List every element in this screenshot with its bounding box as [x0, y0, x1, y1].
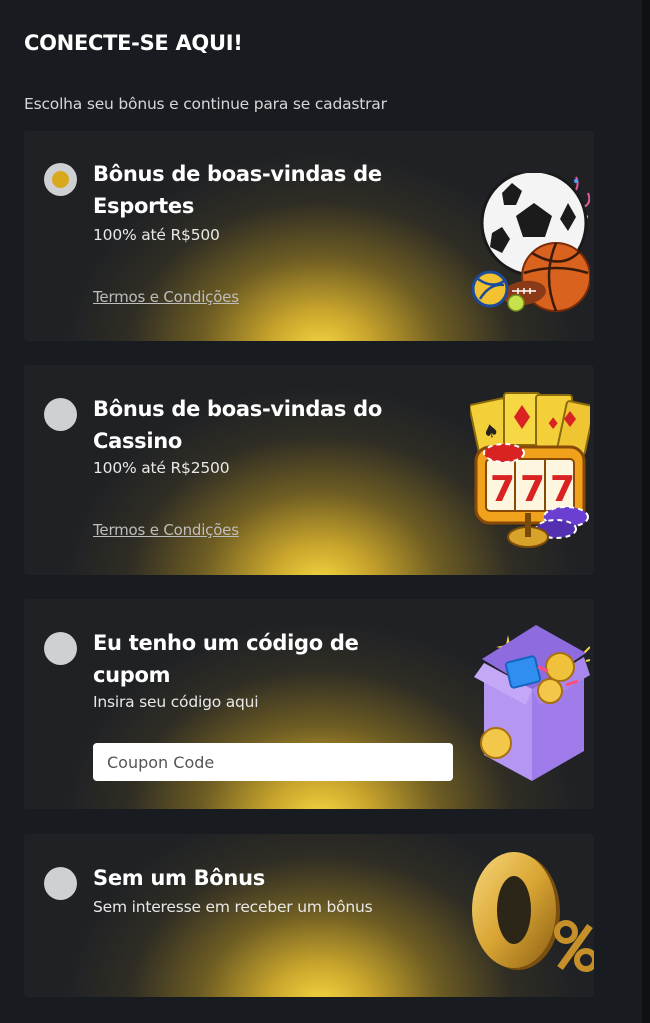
- bonus-description: 100% até R$500: [93, 226, 220, 244]
- bonus-title: Bônus de boas-vindas do Cassino: [93, 397, 382, 453]
- coupon-code-input[interactable]: [93, 743, 453, 781]
- bonus-description: Insira seu código aqui: [93, 693, 259, 711]
- slot-machine-icon: ♠ ♦ 7 7 7: [470, 392, 590, 548]
- svg-text:7: 7: [520, 469, 545, 510]
- bonus-option-coupon[interactable]: Eu tenho um código de cupom Insira seu c…: [24, 599, 594, 809]
- gift-box-icon: [474, 625, 590, 781]
- radio-casino[interactable]: [44, 398, 77, 431]
- radio-no-bonus[interactable]: [44, 867, 77, 900]
- scrollbar-track[interactable]: [642, 0, 650, 1023]
- bonus-option-none[interactable]: Sem um Bônus Sem interesse em receber um…: [24, 834, 594, 997]
- terms-link[interactable]: Termos e Condições: [93, 288, 239, 306]
- bonus-option-sports[interactable]: Bônus de boas-vindas de Esportes 100% at…: [24, 131, 594, 341]
- radio-coupon[interactable]: [44, 632, 77, 665]
- terms-link[interactable]: Termos e Condições: [93, 521, 239, 539]
- svg-text:♦: ♦: [546, 414, 560, 433]
- page-subtitle: Escolha seu bônus e continue para se cad…: [24, 95, 387, 113]
- bonus-title: Sem um Bônus: [93, 866, 265, 890]
- bonus-title: Bônus de boas-vindas de Esportes: [93, 162, 382, 218]
- bonus-title: Eu tenho um código de cupom: [93, 631, 359, 687]
- bonus-description: 100% até R$2500: [93, 459, 230, 477]
- sports-balls-icon: [472, 173, 590, 312]
- bonus-description: Sem interesse em receber um bônus: [93, 898, 373, 916]
- zero-percent-icon: [472, 852, 594, 972]
- page-title: CONECTE-SE AQUI!: [24, 31, 243, 55]
- svg-text:7: 7: [490, 469, 515, 510]
- bonus-option-casino[interactable]: Bônus de boas-vindas do Cassino 100% até…: [24, 365, 594, 575]
- radio-sports[interactable]: [44, 163, 77, 196]
- svg-text:7: 7: [550, 469, 575, 510]
